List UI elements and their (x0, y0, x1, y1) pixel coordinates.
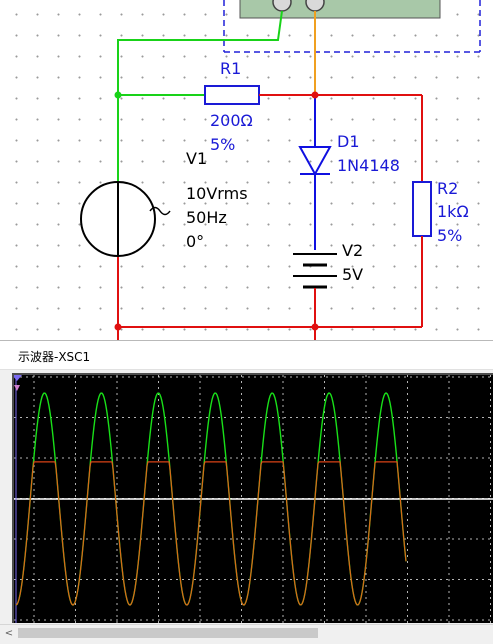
scroll-thumb[interactable] (18, 628, 318, 638)
v1-name-label: V1 (186, 149, 208, 168)
channel-b-trace (15, 461, 407, 606)
oscilloscope-instrument-symbol[interactable] (223, 0, 481, 53)
r1-name-label: R1 (220, 59, 242, 78)
r2-name-label: R2 (437, 179, 459, 198)
dc-source-v2-symbol[interactable] (293, 253, 337, 289)
oscilloscope-grid (14, 375, 493, 623)
oscilloscope-titlebar[interactable]: 示波器-XSC1 (0, 341, 493, 370)
d1-name-label: D1 (337, 132, 360, 151)
cursor-2-marker-icon[interactable] (14, 385, 20, 391)
oscilloscope-window[interactable]: 示波器-XSC1 < (0, 340, 493, 644)
ac-source-v1-symbol[interactable] (80, 181, 171, 257)
v2-name-label: V2 (342, 241, 364, 260)
scroll-left-arrow-icon[interactable]: < (2, 625, 16, 642)
resistor-r1-symbol[interactable] (204, 85, 260, 105)
v1-phase-label: 0° (186, 232, 205, 251)
schematic-wires (80, 0, 481, 340)
r2-value-label: 1kΩ (437, 202, 469, 221)
diode-d1-symbol[interactable] (298, 146, 332, 177)
schematic-canvas[interactable]: R1 200Ω 5% D1 1N4148 R2 1kΩ 5% V1 10Vrms… (0, 0, 493, 340)
r1-tolerance-label: 5% (210, 135, 236, 154)
r1-value-label: 200Ω (210, 111, 253, 130)
oscilloscope-plot (14, 375, 493, 623)
d1-model-label: 1N4148 (337, 156, 400, 175)
v2-value-label: 5V (342, 265, 364, 284)
cursor-1-marker-icon[interactable] (14, 375, 22, 381)
r2-tolerance-label: 5% (437, 226, 463, 245)
oscilloscope-display[interactable] (12, 373, 493, 623)
horizontal-scrollbar[interactable]: < (0, 624, 493, 642)
v1-amplitude-label: 10Vrms (186, 184, 248, 203)
resistor-r2-symbol[interactable] (412, 181, 432, 237)
v1-frequency-label: 50Hz (186, 208, 227, 227)
oscilloscope-title: 示波器-XSC1 (18, 350, 91, 364)
